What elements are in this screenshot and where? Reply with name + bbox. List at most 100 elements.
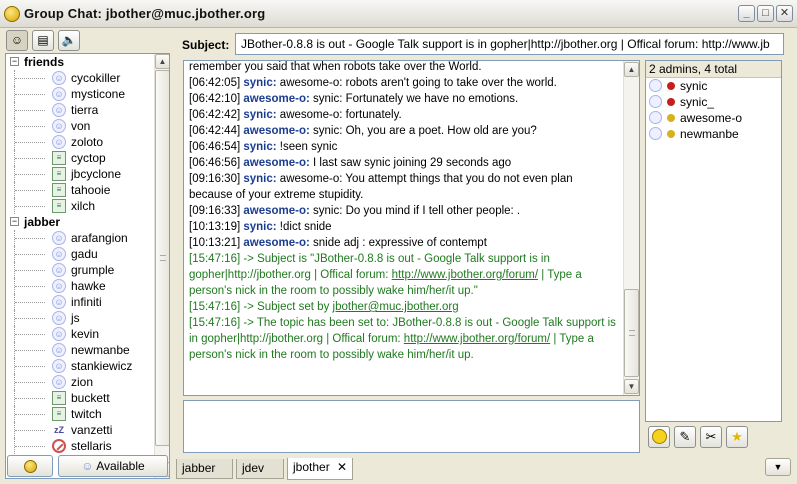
- chat-log-area[interactable]: remember you said that when robots take …: [183, 60, 640, 396]
- smiley-icon[interactable]: ☺: [6, 30, 28, 51]
- roster-list: − friends ☺ cycokiller ☺ mysticone ☺ tierra ☺ von…: [6, 54, 154, 478]
- occupant-item[interactable]: awesome-o: [646, 110, 781, 126]
- contact-item[interactable]: ≡ xilch: [6, 198, 154, 214]
- tools-icon[interactable]: ✂: [700, 426, 722, 448]
- contact-name: mysticone: [71, 87, 126, 101]
- scroll-thumb[interactable]: [624, 289, 639, 377]
- contact-item[interactable]: ☺ zion: [6, 374, 154, 390]
- contact-name: tierra: [71, 103, 99, 117]
- forum-link[interactable]: http://www.jbother.org/forum/: [404, 333, 550, 345]
- contact-item[interactable]: ☺ cycokiller: [6, 70, 154, 86]
- role-dot-icon: [667, 82, 675, 90]
- contact-item[interactable]: ≡ jbcyclone: [6, 166, 154, 182]
- speaker-icon[interactable]: 🔈: [58, 30, 80, 51]
- tab-jabber[interactable]: jabber: [176, 459, 233, 479]
- contact-item[interactable]: ☺ arafangion: [6, 230, 154, 246]
- online-icon: ☺: [52, 71, 66, 85]
- emoticon-icon[interactable]: [648, 426, 670, 448]
- occupant-item[interactable]: newmanbe: [646, 126, 781, 142]
- message-input[interactable]: [183, 400, 640, 453]
- contact-item[interactable]: ☺ kevin: [6, 326, 154, 342]
- minimize-button[interactable]: _: [738, 5, 755, 22]
- contact-item[interactable]: ≡ buckett: [6, 390, 154, 406]
- busy-icon: ≡: [52, 407, 66, 421]
- online-icon: ☺: [52, 103, 66, 117]
- contact-item[interactable]: ☺ hawke: [6, 278, 154, 294]
- busy-icon[interactable]: ▤: [32, 30, 54, 51]
- scroll-up-button[interactable]: ▲: [155, 54, 169, 69]
- contact-item[interactable]: ☺ mysticone: [6, 86, 154, 102]
- collapse-icon[interactable]: −: [10, 217, 19, 226]
- message-nick: synic:: [243, 109, 277, 121]
- contact-name: js: [71, 311, 80, 325]
- tab-jdev[interactable]: jdev: [236, 459, 284, 479]
- occupant-item[interactable]: synic: [646, 78, 781, 94]
- system-message: [15:47:16] -> Subject is "JBother-0.8.8 …: [189, 253, 585, 297]
- chat-message: [10:13:21] awesome-o: snide adj : expres…: [189, 235, 619, 251]
- away-icon: zZ: [54, 425, 64, 435]
- occupant-name: awesome-o: [680, 111, 743, 125]
- message-time: [06:42:44]: [189, 125, 241, 137]
- contact-name: kevin: [71, 327, 100, 341]
- message-text: !dict snide: [276, 221, 332, 233]
- contact-item[interactable]: ☺ js: [6, 310, 154, 326]
- tab-menu-button[interactable]: ▼: [765, 458, 791, 476]
- occupant-name: synic_: [680, 95, 715, 109]
- scroll-thumb[interactable]: [155, 70, 169, 446]
- forum-link[interactable]: http://www.jbother.org/forum/: [392, 269, 538, 281]
- contact-name: xilch: [71, 199, 96, 213]
- room-jid-link[interactable]: jbother@muc.jbother.org: [333, 301, 459, 313]
- contact-name: buckett: [71, 391, 110, 405]
- chat-scrollbar[interactable]: ▲ ▼: [623, 61, 639, 395]
- chat-message: [06:42:10] awesome-o: synic: Fortunately…: [189, 91, 619, 107]
- tab-jbother[interactable]: jbother ✕: [287, 458, 353, 480]
- close-button[interactable]: ✕: [776, 5, 793, 22]
- message-text: synic: Fortunately we have no emotions.: [309, 93, 519, 105]
- subject-field[interactable]: JBother-0.8.8 is out - Google Talk suppo…: [235, 33, 784, 55]
- contact-name: grumple: [71, 263, 115, 277]
- roster-tree[interactable]: − friends ☺ cycokiller ☺ mysticone ☺ tierra ☺ von…: [5, 53, 170, 479]
- contact-item[interactable]: ≡ tahooie: [6, 182, 154, 198]
- presence-button[interactable]: ☺ Available: [58, 455, 168, 477]
- contact-item[interactable]: zZ vanzetti: [6, 422, 154, 438]
- tab-close-icon[interactable]: ✕: [337, 458, 347, 476]
- contact-item[interactable]: ☺ newmanbe: [6, 342, 154, 358]
- star-icon[interactable]: ★: [726, 426, 748, 448]
- message-nick: synic:: [243, 141, 277, 153]
- edit-icon[interactable]: ✎: [674, 426, 696, 448]
- occupant-item[interactable]: synic_: [646, 94, 781, 110]
- contact-item[interactable]: ☺ zoloto: [6, 134, 154, 150]
- contact-name: infiniti: [71, 295, 102, 309]
- busy-icon: ≡: [52, 199, 66, 213]
- message-text: snide adj : expressive of contempt: [309, 237, 487, 249]
- contact-item[interactable]: stellaris: [6, 438, 154, 454]
- contact-item[interactable]: ☺ grumple: [6, 262, 154, 278]
- group-friends[interactable]: − friends: [6, 54, 154, 70]
- contact-item[interactable]: ≡ twitch: [6, 406, 154, 422]
- roster-scrollbar[interactable]: ▲ ▼: [154, 54, 169, 478]
- status-menu-button[interactable]: [7, 455, 53, 477]
- contact-name: newmanbe: [71, 343, 130, 357]
- scroll-down-button[interactable]: ▼: [624, 379, 639, 394]
- occupant-list[interactable]: 2 admins, 4 total synic synic_ awesome-o ne…: [645, 60, 782, 422]
- online-icon: ☺: [52, 327, 66, 341]
- contact-item[interactable]: ☺ von: [6, 118, 154, 134]
- online-icon: ☺: [52, 135, 66, 149]
- contact-name: cyctop: [71, 151, 106, 165]
- contact-item[interactable]: ☺ gadu: [6, 246, 154, 262]
- busy-icon: ≡: [52, 183, 66, 197]
- contact-item[interactable]: ≡ cyctop: [6, 150, 154, 166]
- contact-item[interactable]: ☺ stankiewicz: [6, 358, 154, 374]
- scroll-up-button[interactable]: ▲: [624, 62, 639, 77]
- group-jabber[interactable]: − jabber: [6, 214, 154, 230]
- online-icon: ☺: [52, 343, 66, 357]
- contact-item[interactable]: ☺ tierra: [6, 102, 154, 118]
- online-icon: ☺: [52, 247, 66, 261]
- message-text: synic: Oh, you are a poet. How old are y…: [309, 125, 537, 137]
- message-time: [06:42:42]: [189, 109, 241, 121]
- contact-item[interactable]: ☺ infiniti: [6, 294, 154, 310]
- contact-name: tahooie: [71, 183, 111, 197]
- collapse-icon[interactable]: −: [10, 57, 19, 66]
- role-dot-icon: [667, 114, 675, 122]
- maximize-button[interactable]: □: [757, 5, 774, 22]
